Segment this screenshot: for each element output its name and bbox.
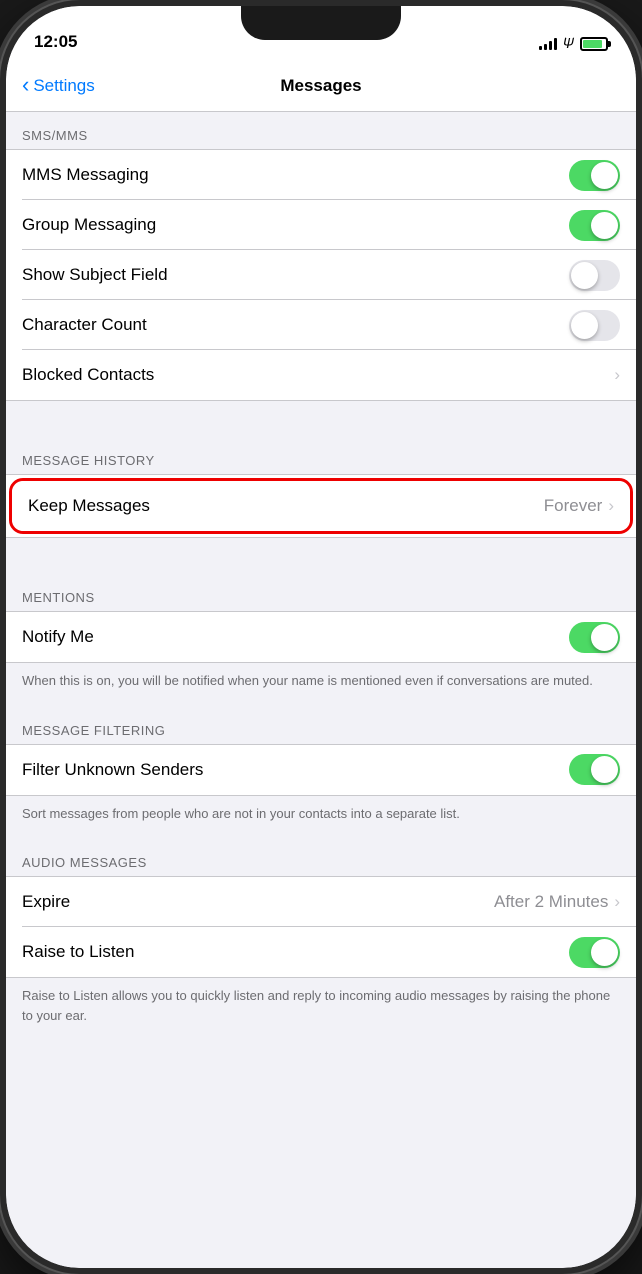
row-mms-messaging: MMS Messaging (6, 150, 636, 200)
message-filtering-description: Sort messages from people who are not in… (6, 796, 636, 840)
section-body-audio-messages: Expire After 2 Minutes › Raise to Listen (6, 876, 636, 978)
section-header-message-filtering: MESSAGE FILTERING (6, 707, 636, 744)
row-keep-messages[interactable]: Keep Messages Forever › (12, 481, 630, 531)
back-label: Settings (33, 76, 94, 96)
row-notify-me: Notify Me (6, 612, 636, 662)
toggle-thumb (591, 939, 618, 966)
group-messaging-toggle[interactable] (569, 210, 620, 241)
highlighted-keep-messages: Keep Messages Forever › (9, 478, 633, 534)
back-button[interactable]: ‹ Settings (22, 74, 95, 98)
section-body-message-filtering: Filter Unknown Senders (6, 744, 636, 796)
section-header-audio-messages: AUDIO MESSAGES (6, 839, 636, 876)
audio-messages-description: Raise to Listen allows you to quickly li… (6, 978, 636, 1041)
spacer-2 (6, 538, 636, 574)
group-messaging-label: Group Messaging (22, 215, 569, 235)
phone-frame: 12:05 𝛹 ‹ S (0, 0, 642, 1274)
keep-messages-label: Keep Messages (28, 496, 544, 516)
row-blocked-contacts[interactable]: Blocked Contacts › (6, 350, 636, 400)
mms-messaging-label: MMS Messaging (22, 165, 569, 185)
character-count-toggle[interactable] (569, 310, 620, 341)
expire-value: After 2 Minutes (494, 892, 608, 912)
wifi-icon: 𝛹 (563, 35, 574, 52)
filter-unknown-senders-label: Filter Unknown Senders (22, 760, 569, 780)
toggle-thumb (591, 162, 618, 189)
spacer-1 (6, 401, 636, 437)
mms-messaging-toggle[interactable] (569, 160, 620, 191)
section-header-mentions: MENTIONS (6, 574, 636, 611)
show-subject-field-label: Show Subject Field (22, 265, 569, 285)
toggle-thumb (591, 624, 618, 651)
settings-content: SMS/MMS MMS Messaging Group Messaging (6, 112, 636, 1268)
back-chevron-icon: ‹ (22, 72, 29, 98)
notify-me-toggle[interactable] (569, 622, 620, 653)
raise-to-listen-label: Raise to Listen (22, 942, 569, 962)
chevron-right-icon: › (614, 365, 620, 385)
row-show-subject-field: Show Subject Field (6, 250, 636, 300)
row-filter-unknown-senders: Filter Unknown Senders (6, 745, 636, 795)
battery-icon (580, 37, 608, 51)
section-mentions: MENTIONS Notify Me When this is on, you … (6, 574, 636, 707)
show-subject-field-toggle[interactable] (569, 260, 620, 291)
section-header-message-history: MESSAGE HISTORY (6, 437, 636, 474)
section-header-sms-mms: SMS/MMS (6, 112, 636, 149)
raise-to-listen-toggle[interactable] (569, 937, 620, 968)
section-audio-messages: AUDIO MESSAGES Expire After 2 Minutes › … (6, 839, 636, 1041)
row-group-messaging: Group Messaging (6, 200, 636, 250)
toggle-thumb (591, 756, 618, 783)
section-body-sms-mms: MMS Messaging Group Messaging (6, 149, 636, 401)
keep-messages-value: Forever (544, 496, 603, 516)
toggle-thumb (591, 212, 618, 239)
notch (241, 6, 401, 40)
chevron-right-icon: › (608, 496, 614, 516)
chevron-right-icon: › (614, 892, 620, 912)
row-raise-to-listen: Raise to Listen (6, 927, 636, 977)
page-title: Messages (280, 76, 361, 96)
character-count-label: Character Count (22, 315, 569, 335)
row-expire[interactable]: Expire After 2 Minutes › (6, 877, 636, 927)
status-time: 12:05 (34, 32, 77, 52)
expire-label: Expire (22, 892, 494, 912)
section-body-mentions: Notify Me (6, 611, 636, 663)
status-icons: 𝛹 (539, 35, 608, 52)
screen: 12:05 𝛹 ‹ S (6, 6, 636, 1268)
blocked-contacts-label: Blocked Contacts (22, 365, 614, 385)
row-character-count: Character Count (6, 300, 636, 350)
section-message-history: MESSAGE HISTORY Keep Messages Forever › (6, 437, 636, 538)
section-body-message-history: Keep Messages Forever › (6, 474, 636, 538)
phone-inner: 12:05 𝛹 ‹ S (6, 6, 636, 1268)
toggle-thumb (571, 262, 598, 289)
section-message-filtering: MESSAGE FILTERING Filter Unknown Senders… (6, 707, 636, 840)
toggle-thumb (571, 312, 598, 339)
signal-icon (539, 38, 557, 50)
battery-fill (583, 40, 602, 48)
notify-me-label: Notify Me (22, 627, 569, 647)
mentions-description: When this is on, you will be notified wh… (6, 663, 636, 707)
section-sms-mms: SMS/MMS MMS Messaging Group Messaging (6, 112, 636, 401)
navigation-bar: ‹ Settings Messages (6, 60, 636, 112)
filter-unknown-senders-toggle[interactable] (569, 754, 620, 785)
